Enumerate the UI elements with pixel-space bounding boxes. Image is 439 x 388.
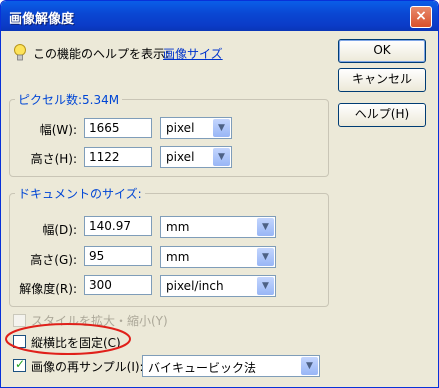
resample-checkbox[interactable] bbox=[13, 357, 26, 372]
doc-width-unit: mm bbox=[166, 220, 190, 234]
chevron-down-icon[interactable]: ▼ bbox=[213, 148, 230, 166]
title-bar[interactable]: 画像解像度 × bbox=[1, 1, 438, 31]
chevron-down-icon[interactable]: ▼ bbox=[257, 248, 274, 266]
highlight-ellipse bbox=[5, 323, 131, 355]
pixel-width-unit-select[interactable]: pixel ▼ bbox=[160, 117, 232, 139]
resample-label[interactable]: 画像の再サンプル(I): bbox=[31, 358, 144, 375]
document-size-legend: ドキュメントのサイズ: bbox=[15, 185, 145, 202]
close-icon[interactable]: × bbox=[415, 8, 427, 24]
doc-height-unit: mm bbox=[166, 250, 190, 264]
chevron-down-icon[interactable]: ▼ bbox=[301, 357, 318, 375]
resolution-unit-select[interactable]: pixel/inch ▼ bbox=[160, 275, 276, 297]
pixel-dimensions-legend: ピクセル数:5.34M bbox=[15, 91, 123, 108]
pixel-height-input[interactable]: 1122 bbox=[84, 147, 152, 167]
image-size-dialog: 画像解像度 × この機能のヘルプを表示: 画像サイズ OK キャンセル ヘルプ(… bbox=[0, 0, 439, 388]
pixel-width-unit: pixel bbox=[166, 121, 195, 135]
pixel-height-label: 高さ(H): bbox=[30, 152, 77, 166]
help-prompt: この機能のヘルプを表示: bbox=[33, 47, 170, 61]
chevron-down-icon[interactable]: ▼ bbox=[257, 277, 274, 295]
resample-method-select[interactable]: バイキュービック法 ▼ bbox=[142, 355, 320, 377]
resolution-unit: pixel/inch bbox=[166, 279, 224, 293]
resample-method: バイキュービック法 bbox=[148, 361, 257, 375]
help-link-image-size[interactable]: 画像サイズ bbox=[163, 45, 223, 62]
dialog-title: 画像解像度 bbox=[9, 12, 75, 27]
doc-width-unit-select[interactable]: mm ▼ bbox=[160, 216, 276, 238]
doc-height-label: 高さ(G): bbox=[30, 253, 77, 267]
pixel-width-label: 幅(W): bbox=[39, 123, 77, 137]
doc-height-input[interactable]: 95 bbox=[84, 246, 152, 266]
pixel-width-input[interactable]: 1665 bbox=[84, 118, 152, 138]
resolution-label: 解像度(R): bbox=[19, 282, 77, 296]
resolution-input[interactable]: 300 bbox=[84, 275, 152, 295]
pixel-height-unit: pixel bbox=[166, 150, 195, 164]
cancel-button[interactable]: キャンセル bbox=[338, 68, 426, 92]
help-button[interactable]: ヘルプ(H) bbox=[338, 103, 426, 127]
doc-width-input[interactable]: 140.97 bbox=[84, 216, 152, 236]
doc-width-label: 幅(D): bbox=[42, 223, 77, 237]
doc-height-unit-select[interactable]: mm ▼ bbox=[160, 246, 276, 268]
close-button[interactable]: × bbox=[410, 6, 432, 28]
chevron-down-icon[interactable]: ▼ bbox=[257, 218, 274, 236]
lightbulb-icon bbox=[14, 44, 26, 61]
pixel-height-unit-select[interactable]: pixel ▼ bbox=[160, 146, 232, 168]
chevron-down-icon[interactable]: ▼ bbox=[213, 119, 230, 137]
ok-button[interactable]: OK bbox=[338, 39, 426, 63]
